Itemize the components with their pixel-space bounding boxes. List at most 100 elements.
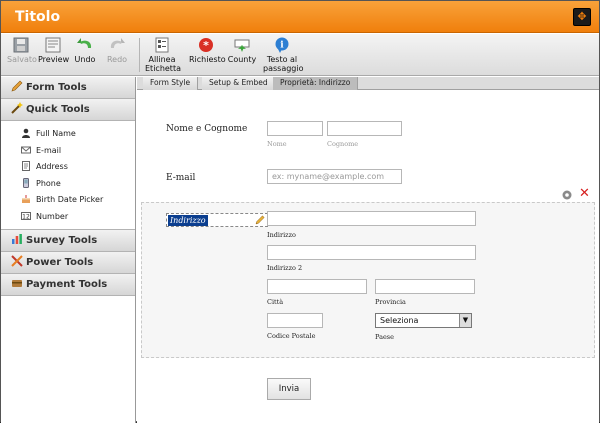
delete-icon[interactable]: ✕	[579, 187, 590, 201]
toolbar-separator	[139, 38, 140, 72]
category-label: Form Tools	[26, 82, 87, 93]
undo-label: Undo	[74, 55, 96, 64]
country-select-value: Seleziona	[380, 316, 419, 325]
redo-icon	[110, 38, 125, 48]
county-button[interactable]: County	[227, 37, 257, 64]
category-survey-tools[interactable]: Survey Tools	[1, 230, 135, 252]
window-title: Titolo	[15, 9, 61, 25]
align-label-button[interactable]: Allinea Etichetta	[145, 37, 181, 73]
cake-icon	[22, 195, 30, 203]
person-icon	[22, 128, 30, 138]
hover-text-icon: i	[275, 37, 289, 53]
form-builder-window: Titolo ✥ Salvato Preview Undo Redo Allin…	[0, 0, 600, 423]
title-bar: Titolo ✥	[1, 1, 599, 33]
last-name-sublabel: Cognome	[327, 140, 359, 148]
submit-button[interactable]: Invia	[267, 378, 311, 400]
pencil-icon	[11, 80, 23, 92]
city-input[interactable]	[267, 279, 367, 294]
tool-label: Full Name	[36, 129, 76, 138]
province-sublabel: Provincia	[375, 298, 406, 306]
category-payment-tools[interactable]: Payment Tools	[1, 274, 135, 296]
document-icon	[22, 161, 30, 171]
bar-chart-icon	[12, 234, 22, 244]
envelope-icon	[21, 146, 31, 153]
tool-email[interactable]: E-mail	[1, 143, 135, 160]
quick-tools-list: Full Name E-mail Address Phone Birth Dat…	[1, 121, 135, 230]
tool-phone[interactable]: Phone	[1, 176, 135, 193]
address-label-editor[interactable]: Indirizzo	[166, 213, 268, 227]
street-address-input[interactable]	[267, 211, 476, 226]
hover-text-label: Testo al passaggio	[263, 55, 304, 73]
address-line2-input[interactable]	[267, 245, 476, 260]
country-sublabel: Paese	[375, 333, 394, 341]
postal-code-sublabel: Codice Postale	[267, 332, 316, 340]
svg-text:i: i	[280, 41, 284, 51]
undo-button[interactable]: Undo	[73, 37, 97, 64]
tool-label: Number	[36, 211, 69, 221]
maximize-icon[interactable]: ✥	[573, 8, 591, 26]
coins-icon	[12, 280, 22, 287]
save-button[interactable]: Salvato	[7, 37, 37, 64]
province-input[interactable]	[375, 279, 475, 294]
undo-icon	[77, 38, 92, 48]
tool-number[interactable]: 12 Number	[1, 209, 135, 226]
redo-label: Redo	[106, 55, 128, 64]
county-label: County	[227, 55, 257, 64]
required-label: Richiesto	[189, 55, 226, 64]
preview-button[interactable]: Preview	[38, 37, 70, 64]
country-select[interactable]: Seleziona ▼	[375, 313, 472, 328]
last-name-input[interactable]	[327, 121, 402, 136]
redo-button[interactable]: Redo	[105, 37, 129, 64]
save-label: Salvato	[7, 55, 37, 64]
city-sublabel: Città	[267, 298, 284, 306]
full-name-label: Nome e Cognome	[166, 124, 248, 134]
tab-form-style[interactable]: Form Style	[143, 77, 199, 90]
tool-label: Address	[36, 162, 68, 171]
email-label: E-mail	[166, 173, 196, 183]
svg-text:12: 12	[22, 213, 30, 220]
svg-text:*: *	[203, 39, 209, 52]
tool-birth-date-picker[interactable]: Birth Date Picker	[1, 192, 135, 209]
category-power-tools[interactable]: Power Tools	[1, 252, 135, 274]
gear-icon[interactable]	[561, 189, 573, 201]
align-label-label: Allinea Etichetta	[145, 55, 181, 73]
toolbar: Salvato Preview Undo Redo Allinea Etiche…	[1, 34, 599, 76]
tab-properties-address[interactable]: Proprietà: Indirizzo	[273, 77, 359, 90]
preview-label: Preview	[38, 55, 70, 64]
wand-icon	[11, 102, 23, 114]
email-input[interactable]: ex: myname@example.com	[267, 169, 402, 184]
first-name-sublabel: Nome	[267, 140, 287, 148]
tool-label: Birth Date Picker	[36, 195, 104, 204]
tool-full-name[interactable]: Full Name	[1, 126, 135, 143]
chevron-down-icon: ▼	[459, 314, 471, 327]
street-address-sublabel: Indirizzo	[267, 231, 296, 239]
county-icon	[234, 39, 250, 52]
tools-icon	[11, 255, 23, 267]
tab-bar: Form Style Setup & Embed Proprietà: Indi…	[137, 77, 599, 90]
tool-address[interactable]: Address	[1, 159, 135, 176]
postal-code-input[interactable]	[267, 313, 323, 328]
preview-icon	[45, 37, 61, 53]
align-label-icon	[155, 37, 169, 53]
address-label-text: Indirizzo	[168, 215, 208, 226]
first-name-input[interactable]	[267, 121, 323, 136]
tool-label: Phone	[36, 178, 61, 188]
category-form-tools[interactable]: Form Tools	[1, 77, 135, 99]
address-line2-sublabel: Indirizzo 2	[267, 264, 303, 272]
category-label: Power Tools	[26, 257, 94, 268]
category-label: Payment Tools	[26, 279, 108, 290]
tool-label: E-mail	[36, 145, 62, 155]
required-icon: *	[199, 38, 213, 52]
category-label: Quick Tools	[26, 104, 90, 115]
phone-icon	[23, 177, 29, 188]
category-label: Survey Tools	[26, 235, 98, 246]
floppy-icon	[13, 37, 29, 53]
tools-sidebar: Form Tools Quick Tools Full Name E-mail …	[1, 77, 136, 423]
pencil-icon[interactable]	[255, 215, 265, 225]
tab-setup-embed[interactable]: Setup & Embed	[202, 77, 276, 90]
number-icon: 12	[21, 211, 31, 220]
hover-text-button[interactable]: i Testo al passaggio	[263, 37, 304, 73]
required-button[interactable]: * Richiesto	[189, 37, 226, 64]
form-canvas: Form Style Setup & Embed Proprietà: Indi…	[137, 77, 599, 423]
category-quick-tools[interactable]: Quick Tools	[1, 99, 135, 121]
